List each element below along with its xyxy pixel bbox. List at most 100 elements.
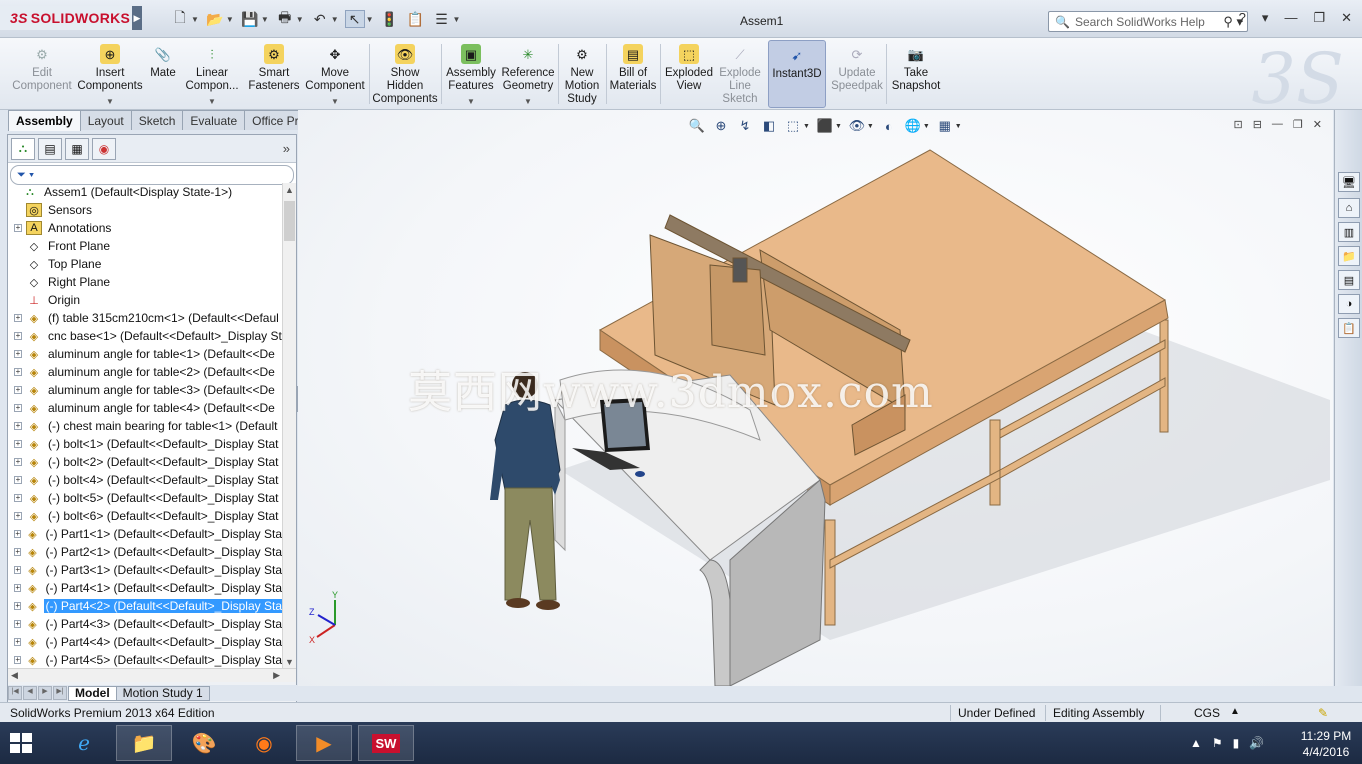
scroll-right-icon[interactable]: ▶ <box>273 670 280 681</box>
tree-vertical-scrollbar[interactable]: ▲ ▼ <box>282 183 296 669</box>
tab-assembly[interactable]: Assembly <box>8 110 81 131</box>
options-icon[interactable]: ☰ <box>432 10 452 28</box>
property-manager-icon[interactable]: ▤ <box>38 137 62 160</box>
design-library-icon[interactable]: ▥ <box>1338 222 1360 242</box>
assembly-features-button[interactable]: ▣ Assembly Features ▼ <box>444 40 498 108</box>
view-orientation-icon[interactable]: ⬚ <box>784 118 802 134</box>
file-explorer-icon[interactable]: 📁 <box>116 725 172 761</box>
tree-item[interactable]: + ◈ aluminum angle for table<4> (Default<<… <box>8 399 284 417</box>
viewport-split-icon[interactable]: ⊡ <box>1233 118 1242 131</box>
select-pointer-icon[interactable]: ↖ <box>344 10 365 28</box>
configuration-manager-icon[interactable]: ▦ <box>65 137 89 160</box>
insert-components-dropdown-icon[interactable]: ▼ <box>106 95 114 108</box>
expand-plus-icon[interactable]: + <box>14 440 22 448</box>
media-player-icon[interactable]: ▶ <box>296 725 352 761</box>
viewport-restore-icon[interactable]: ❐ <box>1293 118 1303 131</box>
last-tab-icon[interactable]: ▶| <box>53 686 67 700</box>
solidworks-taskbar-icon[interactable]: SW <box>358 725 414 761</box>
expand-plus-icon[interactable]: + <box>14 404 22 412</box>
tree-item[interactable]: + ◈ (-) Part4<2> (Default<<Default>_Displa… <box>8 597 284 615</box>
volume-icon[interactable]: 🔊 <box>1249 736 1264 750</box>
restore-icon[interactable]: ❐ <box>1313 10 1325 26</box>
expand-plus-icon[interactable]: + <box>14 368 22 376</box>
insert-components-button[interactable]: ⊕ Insert Components ▼ <box>77 40 143 108</box>
scroll-down-icon[interactable]: ▼ <box>285 657 294 667</box>
tab-layout[interactable]: Layout <box>79 110 132 130</box>
display-style-icon[interactable]: ⬛ <box>816 118 834 134</box>
expand-plus-icon[interactable]: + <box>14 620 22 628</box>
tree-item[interactable]: + ◈ (-) Part3<1> (Default<<Default>_Displa… <box>8 561 284 579</box>
home-icon[interactable]: ⌂ <box>1338 198 1360 218</box>
view-settings-dropdown-icon[interactable]: ▼ <box>955 123 962 130</box>
expand-plus-icon[interactable]: + <box>14 602 22 610</box>
expand-plus-icon[interactable]: + <box>14 638 22 646</box>
linear-component-pattern-button[interactable]: ⫶ Linear Compon... ▼ <box>182 40 242 108</box>
custom-properties-icon[interactable]: 📋 <box>1338 318 1360 338</box>
tree-item[interactable]: ⊥ Origin <box>8 291 284 309</box>
help-dropdown-icon[interactable]: ▾ <box>1262 10 1269 26</box>
tree-item[interactable]: + ◈ (-) Part2<1> (Default<<Default>_Displa… <box>8 543 284 561</box>
display-style-dropdown-icon[interactable]: ▼ <box>835 123 842 130</box>
quick-tips-icon[interactable]: ✎ <box>1318 706 1328 720</box>
expand-plus-icon[interactable]: + <box>14 314 22 322</box>
units-status[interactable]: CGS <box>1194 706 1220 720</box>
tree-item[interactable]: + ◈ aluminum angle for table<1> (Default<<… <box>8 345 284 363</box>
expand-plus-icon[interactable]: + <box>14 422 22 430</box>
view-orientation-dropdown-icon[interactable]: ▼ <box>803 123 810 130</box>
section-view-icon[interactable]: ◧ <box>760 118 778 134</box>
new-motion-study-button[interactable]: ⚙ New Motion Study <box>561 40 603 108</box>
internet-explorer-icon[interactable]: ℯ <box>56 725 112 761</box>
new-document-icon[interactable]: 🗋 <box>170 9 190 28</box>
tree-root-assembly[interactable]: ⛬ Assem1 (Default<Display State-1>) <box>8 183 284 201</box>
network-icon[interactable]: ⚑ <box>1212 736 1223 750</box>
open-folder-icon[interactable]: 📂 <box>205 10 225 28</box>
tree-item[interactable]: + ◈ (-) bolt<5> (Default<<Default>_Display… <box>8 489 284 507</box>
first-tab-icon[interactable]: |◀ <box>8 686 22 700</box>
save-dropdown-icon[interactable]: ▼ <box>261 15 269 24</box>
solidworks-resources-icon[interactable]: 🖥 <box>1338 172 1360 192</box>
viewport-tile-icon[interactable]: ⊟ <box>1253 118 1262 131</box>
hide-show-items-icon[interactable]: 👁 <box>848 118 866 134</box>
options-dropdown-icon[interactable]: ▼ <box>453 15 461 24</box>
windows-start-icon[interactable] <box>10 733 32 753</box>
save-icon[interactable]: 💾 <box>240 10 260 28</box>
move-component-dropdown-icon[interactable]: ▼ <box>331 95 339 108</box>
show-hidden-components-button[interactable]: 👁 Show Hidden Components <box>372 40 438 108</box>
firefox-icon[interactable]: ◉ <box>236 725 292 761</box>
explode-line-sketch-button[interactable]: ⟋ Explode Line Sketch <box>717 40 763 108</box>
system-clock[interactable]: 11:29 PM 4/4/2016 <box>1296 728 1356 760</box>
tree-item[interactable]: + ◈ (-) Part4<3> (Default<<Default>_Displa… <box>8 615 284 633</box>
scroll-left-icon[interactable]: ◀ <box>11 670 18 681</box>
mate-button[interactable]: 📎 Mate <box>146 40 180 108</box>
tree-item[interactable]: + ◈ (-) Part4<5> (Default<<Default>_Displa… <box>8 651 284 669</box>
smart-fasteners-button[interactable]: ⚙ Smart Fasteners <box>246 40 302 108</box>
hide-show-dropdown-icon[interactable]: ▼ <box>867 123 874 130</box>
viewport-minimize-icon[interactable]: — <box>1272 118 1283 131</box>
tree-item[interactable]: ◎ Sensors <box>8 201 284 219</box>
appearances-icon[interactable]: ◑ <box>1338 294 1360 314</box>
expand-plus-icon[interactable]: + <box>14 512 22 520</box>
tree-item[interactable]: + ◈ (-) bolt<2> (Default<<Default>_Display… <box>8 453 284 471</box>
viewport-close-icon[interactable]: ✕ <box>1313 118 1322 131</box>
zoom-to-fit-icon[interactable]: 🔍 <box>688 118 706 134</box>
tree-item[interactable]: + ◈ aluminum angle for table<2> (Default<<… <box>8 363 284 381</box>
expand-plus-icon[interactable]: + <box>14 224 22 232</box>
expand-plus-icon[interactable]: + <box>14 656 22 664</box>
rebuild-traffic-light-icon[interactable]: 🚦 <box>380 10 400 28</box>
tree-item[interactable]: ◇ Right Plane <box>8 273 284 291</box>
feature-manager-tree-icon[interactable]: ⛬ <box>11 137 35 160</box>
expand-plus-icon[interactable]: + <box>14 566 22 574</box>
zoom-to-area-icon[interactable]: ⊕ <box>712 118 730 134</box>
tree-item[interactable]: + ◈ (-) bolt<1> (Default<<Default>_Display… <box>8 435 284 453</box>
expand-plus-icon[interactable]: + <box>14 476 22 484</box>
tree-item[interactable]: + ◈ (-) bolt<6> (Default<<Default>_Display… <box>8 507 284 525</box>
battery-icon[interactable]: ▮ <box>1233 736 1240 750</box>
tree-item[interactable]: + ◈ (-) bolt<4> (Default<<Default>_Display… <box>8 471 284 489</box>
view-palette-icon[interactable]: ▤ <box>1338 270 1360 290</box>
tree-horizontal-scrollbar[interactable]: ◀ ▶ <box>8 668 296 682</box>
edit-component-button[interactable]: ⚙ Edit Component <box>10 40 74 108</box>
assembly-features-dropdown-icon[interactable]: ▼ <box>467 95 475 108</box>
update-speedpak-button[interactable]: ⟳ Update Speedpak <box>830 40 884 108</box>
edit-appearance-icon[interactable]: ◐ <box>880 119 898 134</box>
file-properties-icon[interactable]: 📋 <box>406 10 426 28</box>
